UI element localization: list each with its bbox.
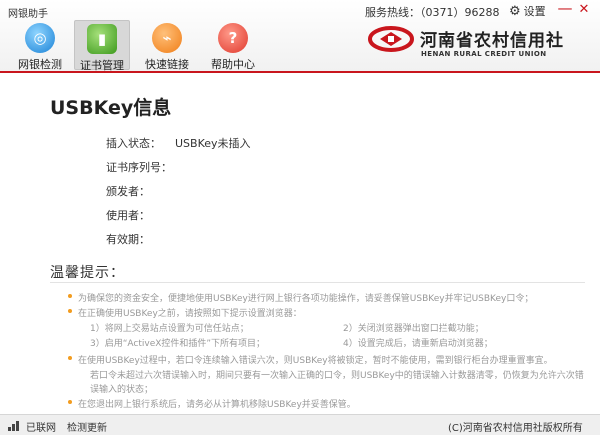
help-bubble-icon: ? xyxy=(218,23,248,53)
tip-text: 在正确使用USBKey之前，请按照如下提示设置浏览器： xyxy=(78,309,302,319)
minimize-button[interactable]: — xyxy=(557,0,573,17)
check-update-link[interactable]: 检测更新 xyxy=(67,419,107,434)
tool-help-center[interactable]: ? 帮助中心 xyxy=(205,20,261,71)
rural-credit-logo-icon xyxy=(368,26,414,52)
tip-item: 在您退出网上银行系统后，请务必从计算机移除USBKey并妥善保管。 xyxy=(68,397,356,410)
field-label-cert-serial: 证书序列号： xyxy=(106,161,172,174)
gear-icon: ⚙ xyxy=(509,3,521,19)
radar-icon: ◎ xyxy=(25,23,55,53)
app-title: 网银助手 xyxy=(8,9,48,20)
browser-step: 2）关闭浏览器弹出窗口拦截功能； xyxy=(343,324,484,334)
tool-label: 证书管理 xyxy=(80,59,124,72)
copyright: (C)河南省农村信用社版权所有 xyxy=(448,423,583,434)
page-title: USBKey信息 xyxy=(50,97,172,119)
browser-step: 3）启用“ActiveX控件和插件”下所有项目； xyxy=(90,339,266,349)
field-label-validity: 有效期： xyxy=(106,233,150,246)
tool-quick-links[interactable]: ⌁ 快速链接 xyxy=(139,20,195,71)
browser-step: 4）设置完成后，请重新启动浏览器； xyxy=(343,339,493,349)
browser-step: 1）将网上交易站点设置为可信任站点； xyxy=(90,324,249,334)
network-signal-icon xyxy=(8,421,22,431)
tool-online-banking-check[interactable]: ◎ 网银检测 xyxy=(12,20,68,71)
tip-text: 在您退出网上银行系统后，请务必从计算机移除USBKey并妥善保管。 xyxy=(78,400,356,410)
tip-continuation: 误输入的状态； xyxy=(90,385,154,395)
main-panel: USBKey信息 插入状态： USBKey未插入 证书序列号： 颁发者： 使用者… xyxy=(0,75,600,414)
tip-text: 在使用USBKey过程中，若口令连续输入错误六次，则USBKey将被锁定，暂时不… xyxy=(78,356,553,366)
tool-label: 帮助中心 xyxy=(211,58,255,71)
tool-certificate-management[interactable]: ▮ 证书管理 xyxy=(74,20,130,72)
bullet-icon xyxy=(68,294,72,298)
bullet-icon xyxy=(68,309,72,313)
service-hotline: 服务热线：（0371）96288 xyxy=(365,6,500,19)
field-value-insert-status: USBKey未插入 xyxy=(175,137,251,150)
tool-label: 网银检测 xyxy=(18,58,62,71)
bullet-icon xyxy=(68,400,72,404)
settings-button[interactable]: ⚙ 设置 xyxy=(509,3,546,19)
field-label-subject: 使用者： xyxy=(106,209,150,222)
tip-continuation: 若口令未超过六次错误输入时，期间只要有一次输入正确的口令，则USBKey中的错误… xyxy=(90,371,584,381)
field-label-issuer: 颁发者： xyxy=(106,185,150,198)
top-toolbar: 网银助手 服务热线：（0371）96288 ⚙ 设置 — ✕ ◎ 网银检测 ▮ … xyxy=(0,0,600,73)
link-icon: ⌁ xyxy=(152,23,182,53)
tip-item: 在正确使用USBKey之前，请按照如下提示设置浏览器： xyxy=(68,306,302,319)
settings-label: 设置 xyxy=(523,5,546,18)
tips-title: 温馨提示： xyxy=(50,265,125,281)
logo-english-name: HENAN RURAL CREDIT UNION xyxy=(421,50,547,58)
tip-text: 为确保您的资金安全，便捷地使用USBKey进行网上银行各项功能操作，请妥善保管U… xyxy=(78,294,534,304)
tip-item: 为确保您的资金安全，便捷地使用USBKey进行网上银行各项功能操作，请妥善保管U… xyxy=(68,291,534,304)
status-bar: 已联网 检测更新 (C)河南省农村信用社版权所有 xyxy=(0,414,600,435)
close-button[interactable]: ✕ xyxy=(576,2,592,17)
bank-logo: 河南省农村信用社 HENAN RURAL CREDIT UNION xyxy=(368,24,568,64)
tip-item: 在使用USBKey过程中，若口令连续输入错误六次，则USBKey将被锁定，暂时不… xyxy=(68,353,553,366)
tips-divider xyxy=(50,282,585,283)
certificate-book-icon: ▮ xyxy=(87,24,117,54)
bullet-icon xyxy=(68,356,72,360)
network-status: 已联网 xyxy=(26,423,56,434)
tool-label: 快速链接 xyxy=(145,58,189,71)
logo-chinese-name: 河南省农村信用社 xyxy=(420,31,564,51)
field-label-insert-status: 插入状态： xyxy=(106,137,161,150)
